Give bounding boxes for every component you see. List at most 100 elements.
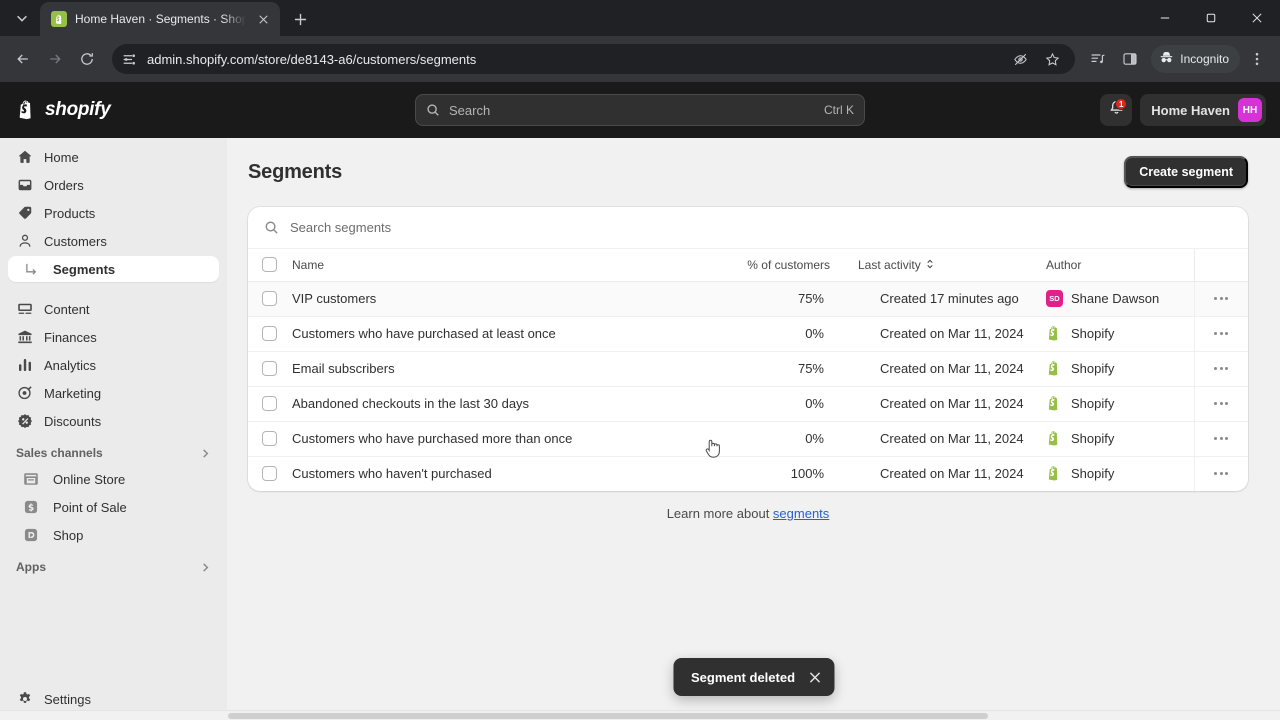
tab-title: Home Haven · Segments · Shopify — [75, 12, 246, 26]
cell-row-actions[interactable] — [1193, 351, 1249, 387]
cell-row-actions[interactable] — [1193, 456, 1249, 492]
pct-value: 0% — [805, 396, 824, 411]
sidebar-item-products[interactable]: Products — [8, 200, 219, 226]
sidebar-item-discounts[interactable]: Discounts — [8, 408, 219, 434]
star-icon[interactable] — [1039, 46, 1065, 72]
page-title: Segments — [248, 160, 342, 183]
sidebar-item-segments[interactable]: Segments — [8, 256, 219, 282]
profile-incognito-button[interactable]: Incognito — [1151, 45, 1240, 73]
address-bar[interactable]: admin.shopify.com/store/de8143-a6/custom… — [112, 44, 1076, 74]
sidebar-item-analytics[interactable]: Analytics — [8, 352, 219, 378]
table-row[interactable]: Customers who have purchased at least on… — [248, 316, 1249, 352]
row-checkbox[interactable] — [262, 291, 277, 306]
store-menu-button[interactable]: Home Haven HH — [1140, 94, 1266, 126]
select-all-checkbox[interactable] — [262, 257, 277, 273]
sidebar-section-sales-channels[interactable]: Sales channels — [8, 440, 219, 466]
table-row[interactable]: Customers who have purchased more than o… — [248, 421, 1249, 457]
segment-name: Email subscribers — [292, 361, 395, 376]
shopify-logo[interactable]: shopify — [14, 98, 228, 122]
minimize-icon[interactable] — [1142, 0, 1188, 36]
sidebar-item-home[interactable]: Home — [8, 144, 219, 170]
row-checkbox[interactable] — [262, 326, 277, 341]
cell-pct-customers: 0% — [726, 316, 836, 352]
notifications-button[interactable]: 1 — [1100, 94, 1133, 126]
cell-name[interactable]: Abandoned checkouts in the last 30 days — [292, 386, 726, 422]
column-header-pct-customers[interactable]: % of customers — [726, 249, 836, 282]
table-row[interactable]: Email subscribers 75% Created on Mar 11, 2… — [248, 351, 1249, 387]
row-checkbox[interactable] — [262, 361, 277, 376]
three-dot-menu-icon[interactable] — [1242, 44, 1272, 74]
sidebar-item-point-of-sale[interactable]: Point of Sale — [8, 494, 219, 520]
bar-chart-icon — [16, 356, 34, 374]
search-shortcut-hint: Ctrl K — [824, 103, 854, 117]
sidebar-item-orders[interactable]: Orders — [8, 172, 219, 198]
table-row[interactable]: Abandoned checkouts in the last 30 days 0… — [248, 386, 1249, 422]
sidebar-item-marketing[interactable]: Marketing — [8, 380, 219, 406]
row-more-actions-icon[interactable] — [1195, 282, 1249, 316]
side-panel-icon[interactable] — [1115, 44, 1145, 74]
learn-more-prefix: Learn more about — [666, 506, 773, 521]
row-more-actions-icon[interactable] — [1195, 422, 1249, 456]
cell-row-actions[interactable] — [1193, 421, 1249, 457]
row-checkbox[interactable] — [262, 466, 277, 482]
browser-tab[interactable]: Home Haven · Segments · Shopify — [40, 2, 280, 36]
table-row[interactable]: VIP customers 75% Created 17 minutes ago SD… — [248, 281, 1249, 317]
sidebar-item-finances[interactable]: Finances — [8, 324, 219, 350]
sidebar-item-label: Finances — [44, 329, 97, 345]
row-checkbox[interactable] — [262, 431, 277, 446]
search-icon — [264, 220, 279, 235]
forward-arrow-icon[interactable] — [40, 44, 70, 74]
sidebar-section-apps[interactable]: Apps — [8, 554, 219, 580]
shopify-bag-icon — [16, 98, 38, 122]
sidebar-item-online-store[interactable]: Online Store — [8, 466, 219, 492]
row-more-actions-icon[interactable] — [1195, 387, 1249, 421]
sidebar-item-settings[interactable]: Settings — [8, 686, 219, 712]
global-search-input[interactable]: Search Ctrl K — [415, 94, 865, 126]
column-header-last-activity[interactable]: Last activity — [836, 249, 1046, 282]
table-row[interactable]: Customers who haven't purchased 100% Creat… — [248, 456, 1248, 491]
sidebar-section-label: Sales channels — [16, 446, 103, 460]
horizontal-scrollbar[interactable] — [0, 710, 1280, 720]
search-segments-input[interactable]: Search segments — [248, 207, 1248, 249]
back-arrow-icon[interactable] — [8, 44, 38, 74]
author-name: Shopify — [1071, 396, 1115, 411]
sidebar-item-label: Analytics — [44, 357, 97, 373]
sidebar-item-shop[interactable]: Shop — [8, 522, 219, 548]
cell-row-actions[interactable] — [1193, 281, 1249, 317]
segments-link[interactable]: segments — [773, 506, 829, 521]
close-icon[interactable] — [809, 671, 820, 683]
tab-search-button[interactable] — [8, 4, 36, 32]
column-header-author[interactable]: Author — [1046, 249, 1194, 282]
sidebar-item-customers[interactable]: Customers — [8, 228, 219, 254]
product-tag-icon — [16, 204, 34, 222]
cell-row-actions[interactable] — [1193, 316, 1249, 352]
column-header-name[interactable]: Name — [292, 249, 726, 282]
author-name: Shopify — [1071, 361, 1115, 376]
sidebar-item-content[interactable]: Content — [8, 296, 219, 322]
bank-icon — [16, 328, 34, 346]
cell-name[interactable]: Customers who have purchased more than o… — [292, 421, 726, 457]
page-settings-icon[interactable] — [122, 51, 138, 67]
close-icon[interactable] — [1234, 0, 1280, 36]
cell-name[interactable]: Customers who have purchased at least on… — [292, 316, 726, 352]
activity-value: Created on Mar 11, 2024 — [880, 431, 1024, 446]
maximize-icon[interactable] — [1188, 0, 1234, 36]
row-more-actions-icon[interactable] — [1195, 457, 1249, 492]
split-list-icon[interactable] — [1083, 44, 1113, 74]
cell-row-actions[interactable] — [1193, 386, 1249, 422]
new-tab-button[interactable] — [286, 5, 314, 33]
reload-icon[interactable] — [72, 44, 102, 74]
cell-name[interactable]: Customers who haven't purchased — [292, 456, 726, 491]
row-more-actions-icon[interactable] — [1195, 352, 1249, 386]
row-checkbox[interactable] — [262, 396, 277, 411]
eye-off-icon[interactable] — [1007, 46, 1033, 72]
pct-value: 75% — [797, 361, 824, 376]
row-more-actions-icon[interactable] — [1195, 317, 1249, 351]
scrollbar-thumb[interactable] — [228, 713, 988, 719]
cell-name[interactable]: Email subscribers — [292, 351, 726, 387]
segment-name: Abandoned checkouts in the last 30 days — [292, 396, 530, 411]
author-name: Shopify — [1071, 466, 1115, 482]
tab-close-icon[interactable] — [254, 10, 272, 28]
cell-name[interactable]: VIP customers — [292, 281, 726, 317]
create-segment-button[interactable]: Create segment — [1124, 156, 1248, 188]
